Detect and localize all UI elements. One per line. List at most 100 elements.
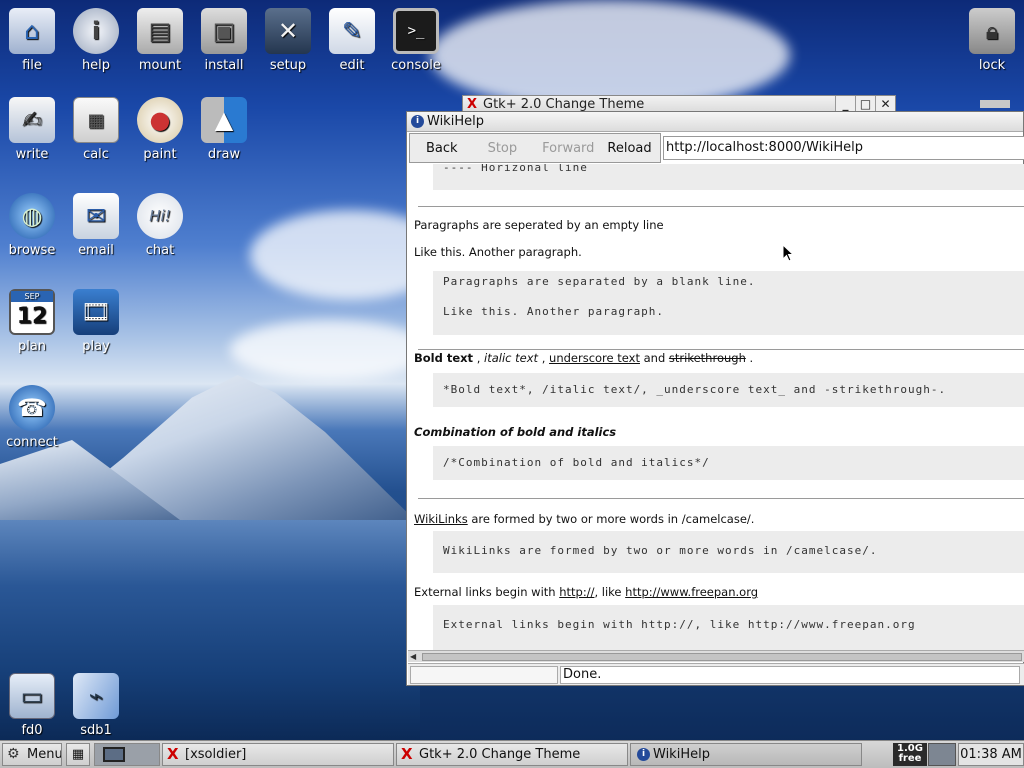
workspace-1-icon[interactable] <box>103 747 125 762</box>
scrollbar-thumb[interactable] <box>422 653 1022 661</box>
url-input[interactable]: http://localhost:8000/WikiHelp <box>663 136 1024 160</box>
network-globe-icon: ☎ <box>9 385 55 431</box>
show-desktop-button[interactable]: ▦ <box>66 743 90 766</box>
memory-label: free <box>898 753 922 764</box>
shapes-icon: ▲ <box>201 97 247 143</box>
paragraph: Like this. Another paragraph. <box>414 245 582 259</box>
background-window-edge <box>980 100 1010 108</box>
status-progress <box>410 666 558 684</box>
desktop-icon-fd0[interactable]: ▭ fd0 <box>0 673 64 738</box>
wikilinks-link[interactable]: WikiLinks <box>414 512 468 526</box>
code-block: ---- Horizonal line <box>433 164 1024 190</box>
film-icon: 🎞︎ <box>73 289 119 335</box>
desktop-icon-label: setup <box>269 58 307 73</box>
code-text: WikiLinks are formed by two or more word… <box>443 544 878 557</box>
code-text: External links begin with http://, like … <box>443 618 916 631</box>
desktop-icon-label: mount <box>138 58 182 73</box>
code-text: /*Combination of bold and italics*/ <box>443 456 710 469</box>
typewriter-icon: ✍ <box>9 97 55 143</box>
http-link[interactable]: http:// <box>559 585 594 599</box>
bold-text: Bold text <box>414 351 474 365</box>
cloud <box>430 0 790 110</box>
paragraph-text: are formed by two or more words in /came… <box>467 512 755 526</box>
mouse-pointer-icon <box>782 244 794 262</box>
desktop-icon-file[interactable]: ⌂ file <box>0 8 64 73</box>
desktop-icon-label: fd0 <box>21 723 43 738</box>
code-block: /*Combination of bold and italics*/ <box>433 446 1024 480</box>
package-box-icon: ▣ <box>201 8 247 54</box>
desktop-icon-label: calc <box>83 147 109 162</box>
wikihelp-titlebar[interactable]: i WikiHelp <box>407 112 1023 132</box>
info-icon: i <box>411 115 424 128</box>
desktop-icon-chat[interactable]: Hi! chat <box>128 193 192 258</box>
code-text: Like this. Another paragraph. <box>443 305 665 318</box>
code-text: ---- Horizonal line <box>443 164 588 174</box>
window-title: Gtk+ 2.0 Change Theme <box>483 97 645 112</box>
desktop-icon-email[interactable]: ✉ email <box>64 193 128 258</box>
calendar-month: SEP <box>11 291 53 302</box>
wikihelp-window: i WikiHelp Back Stop Forward Reload http… <box>406 111 1024 686</box>
clock[interactable]: 01:38 AM <box>958 743 1024 766</box>
freepan-link[interactable]: http://www.freepan.org <box>625 585 758 599</box>
desktop-icon-lock[interactable]: 🔒︎ lock <box>960 8 1024 73</box>
desktop-icon-sdb1[interactable]: ⌁ sdb1 <box>64 673 128 738</box>
desktop-icon-calc[interactable]: ▦ calc <box>64 97 128 162</box>
desktop-icon-edit[interactable]: ✎ edit <box>320 8 384 73</box>
task-wikihelp[interactable]: i WikiHelp <box>630 743 862 766</box>
desktop-icon-write[interactable]: ✍ write <box>0 97 64 162</box>
usb-drive-icon: ⌁ <box>73 673 119 719</box>
desktop-icon-connect[interactable]: ☎ connect <box>0 385 64 450</box>
workspace-switcher[interactable] <box>94 743 160 766</box>
reload-button[interactable]: Reload <box>603 141 660 156</box>
status-bar: Done. <box>408 663 1024 685</box>
desktop-icon-setup[interactable]: ✕ setup <box>256 8 320 73</box>
terminal-icon: >_ <box>393 8 439 54</box>
task-label: WikiHelp <box>653 747 710 762</box>
paragraph: Paragraphs are seperated by an empty lin… <box>414 218 664 232</box>
stop-button[interactable]: Stop <box>476 141 527 156</box>
desktop-icon-label: install <box>204 58 244 73</box>
globe-icon: ◍ <box>9 193 55 239</box>
desktop-icon-help[interactable]: i help <box>64 8 128 73</box>
desktop-icon-draw[interactable]: ▲ draw <box>192 97 256 162</box>
calendar-day: 12 <box>16 304 48 329</box>
scroll-left-icon[interactable]: ◀ <box>410 652 416 661</box>
separator: , <box>473 351 485 365</box>
desktop-icon-label: play <box>82 339 110 354</box>
horizontal-scrollbar[interactable]: ◀ <box>408 650 1024 662</box>
menu-button[interactable]: ⚙ Menu <box>2 743 62 766</box>
desktop-icon-label: draw <box>207 147 241 162</box>
desktop-icon-mount[interactable]: ▤ mount <box>128 8 192 73</box>
task-gtk-theme[interactable]: X Gtk+ 2.0 Change Theme <box>396 743 628 766</box>
menu-icon: ⚙ <box>7 746 20 762</box>
desktop-icon-label: browse <box>8 243 56 258</box>
task-xsoldier[interactable]: X [xsoldier] <box>162 743 394 766</box>
desktop-icon-console[interactable]: >_ console <box>384 8 448 73</box>
paragraph: WikiLinks are formed by two or more word… <box>414 512 754 526</box>
desktop-icon-browse[interactable]: ◍ browse <box>0 193 64 258</box>
desktop-icon-paint[interactable]: ● paint <box>128 97 192 162</box>
desktop-icon-plan[interactable]: SEP 12 plan <box>0 289 64 354</box>
forward-button[interactable]: Forward <box>526 141 603 156</box>
pencil-paper-icon: ✎ <box>329 8 375 54</box>
speech-bubble-icon: Hi! <box>137 193 183 239</box>
desktop-icon-label: write <box>15 147 49 162</box>
spreadsheet-icon: ▦ <box>73 97 119 143</box>
paragraph: External links begin with http://, like … <box>414 585 758 599</box>
back-button[interactable]: Back <box>410 141 476 156</box>
browser-toolbar: Back Stop Forward Reload <box>409 133 661 163</box>
desktop-icon-label: paint <box>143 147 177 162</box>
desktop-icon-label: plan <box>17 339 47 354</box>
horizontal-rule <box>418 349 1024 350</box>
cpu-monitor <box>928 743 956 766</box>
x-app-icon: X <box>401 745 413 763</box>
window-title: WikiHelp <box>427 114 484 129</box>
desktop-icon-label: chat <box>145 243 175 258</box>
code-block: External links begin with http://, like … <box>433 605 1024 650</box>
desktop-icon-install[interactable]: ▣ install <box>192 8 256 73</box>
desktop-icon-label: edit <box>339 58 365 73</box>
desktop-icon-play[interactable]: 🎞︎ play <box>64 289 128 354</box>
desktop-icon: ▦ <box>71 747 85 762</box>
code-block: WikiLinks are formed by two or more word… <box>433 531 1024 573</box>
info-icon: i <box>73 8 119 54</box>
